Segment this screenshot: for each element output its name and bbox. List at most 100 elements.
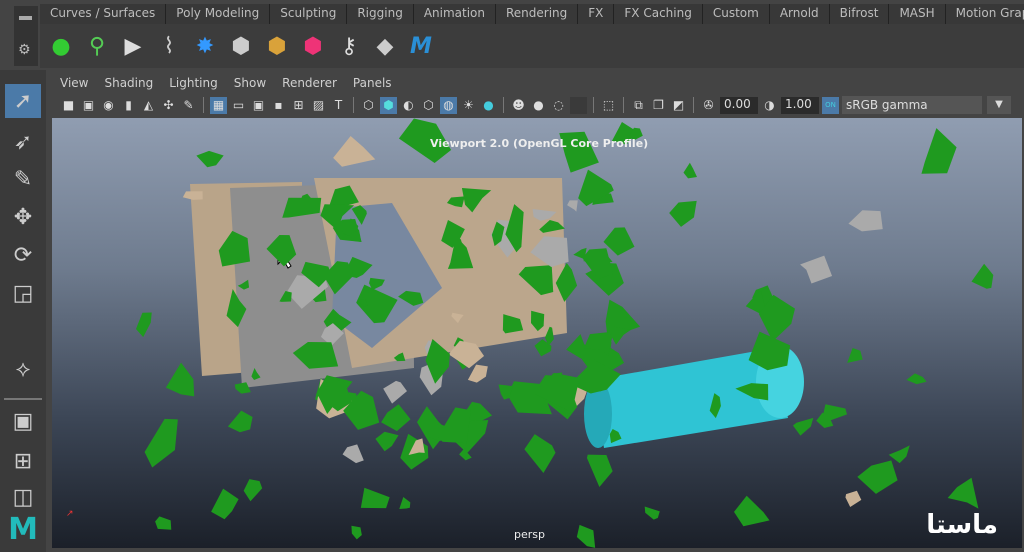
tab-arnold[interactable]: Arnold <box>769 4 830 24</box>
menu-shading[interactable]: Shading <box>104 76 153 90</box>
shelf-side-controls: ⚙ <box>14 6 38 66</box>
lasso-tool-icon[interactable]: ➶ <box>5 125 41 159</box>
debris-fragment <box>567 200 578 212</box>
grid-icon[interactable]: ▦ <box>210 96 227 114</box>
axis-indicator: ↗ <box>66 509 74 519</box>
textured-icon[interactable]: ◍ <box>440 96 457 114</box>
view-transform-select[interactable]: sRGB gamma <box>842 96 982 114</box>
debris-fragment <box>524 434 556 474</box>
backface-culling-icon[interactable]: ◩ <box>670 97 687 114</box>
viewport-3d[interactable]: ↗ Viewport 2.0 (OpenGL Core Profile) per… <box>52 118 1022 548</box>
divider <box>4 398 42 400</box>
gear-icon[interactable]: ⚙ <box>18 42 31 58</box>
color-management-toggle[interactable]: ON <box>822 96 839 114</box>
default-material-icon[interactable]: ◐ <box>400 97 417 114</box>
safe-title-icon[interactable]: T <box>330 97 347 114</box>
camera-icon[interactable]: ■ <box>60 97 77 114</box>
shadows-icon[interactable]: ● <box>480 97 497 114</box>
debris-fragment <box>800 255 833 284</box>
menu-panels[interactable]: Panels <box>353 76 392 90</box>
safe-action-icon[interactable]: ▨ <box>310 97 327 114</box>
shatter-gold-icon[interactable]: ⬢ <box>262 31 292 61</box>
key-icon[interactable]: ⚷ <box>334 31 364 61</box>
ambient-occlusion-icon[interactable]: ☻ <box>510 97 527 114</box>
camera-name-label: persp <box>514 528 545 541</box>
divider <box>623 97 624 113</box>
xray-joints-icon[interactable]: ❐ <box>650 97 667 114</box>
tab-sculpting[interactable]: Sculpting <box>270 4 348 24</box>
debris-fragment <box>586 454 613 488</box>
field-chart-icon[interactable]: ⊞ <box>290 97 307 114</box>
debris-fragment <box>644 506 660 520</box>
resolution-gate-icon[interactable]: ▣ <box>250 97 267 114</box>
bookmark-icon[interactable]: ▮ <box>120 97 137 114</box>
lights-icon[interactable]: ☀ <box>460 97 477 114</box>
shelf-menu-icon[interactable] <box>19 16 32 20</box>
tab-fx[interactable]: FX <box>578 4 615 24</box>
tab-animation[interactable]: Animation <box>413 4 496 24</box>
debris-fragment <box>351 525 362 540</box>
bowling-pins-icon[interactable]: ● <box>46 31 76 61</box>
2d-pan-zoom-icon[interactable]: ✣ <box>160 97 177 114</box>
shelf-toolbar: ● ⚲ ▶ ⌇ ✸ ⬢ ⬢ ⬢ ⚷ ◆ M <box>40 24 1024 68</box>
divider <box>353 97 354 113</box>
tab-mash[interactable]: MASH <box>889 4 946 24</box>
menu-show[interactable]: Show <box>234 76 266 90</box>
four-pane-layout-icon[interactable]: ⊞ <box>5 444 41 478</box>
film-gate-icon[interactable]: ▭ <box>230 97 247 114</box>
image-plane-icon[interactable]: ◭ <box>140 97 157 114</box>
broom-icon[interactable]: ⌇ <box>154 31 184 61</box>
single-pane-layout-icon[interactable]: ▣ <box>5 404 41 438</box>
tab-motion-graphics[interactable]: Motion Graphics <box>945 4 1024 24</box>
debris-fragment <box>399 496 411 509</box>
move-tool-icon[interactable]: ✥ <box>5 200 41 234</box>
play-settings-icon[interactable]: ▶ <box>118 31 148 61</box>
lock-camera-icon[interactable]: ▣ <box>80 97 97 114</box>
gate-mask-icon[interactable]: ▪ <box>270 97 287 114</box>
exposure-field[interactable]: 0.00 <box>720 96 758 114</box>
debris-fragment <box>845 490 862 507</box>
camera-attributes-icon[interactable]: ◉ <box>100 97 117 114</box>
rotate-tool-icon[interactable]: ⟳ <box>5 238 41 272</box>
grease-pencil-icon[interactable]: ✎ <box>180 97 197 114</box>
shatter-gray-icon[interactable]: ⬢ <box>226 31 256 61</box>
show-manipulator-icon[interactable]: ⟡ <box>5 352 41 386</box>
two-pane-layout-icon[interactable]: ◫ <box>5 480 41 514</box>
tab-poly-modeling[interactable]: Poly Modeling <box>166 4 271 24</box>
tab-bifrost[interactable]: Bifrost <box>829 4 890 24</box>
isolate-select-icon[interactable]: ⬚ <box>600 97 617 114</box>
smooth-shade-icon[interactable]: ⬢ <box>380 96 397 114</box>
debris-fragment <box>733 495 770 527</box>
xray-icon[interactable]: ⧉ <box>630 97 647 114</box>
debris-fragment <box>155 516 172 530</box>
menu-lighting[interactable]: Lighting <box>169 76 218 90</box>
debris-fragment <box>683 162 698 179</box>
debris-fragment <box>467 364 488 383</box>
scale-tool-icon[interactable]: ◲ <box>5 276 41 310</box>
rigid-body-icon[interactable]: ⚲ <box>82 31 112 61</box>
mash-logo-icon[interactable]: M <box>406 31 436 61</box>
paint-select-icon[interactable]: ✎ <box>5 162 41 196</box>
viewport-renderer-label: Viewport 2.0 (OpenGL Core Profile) <box>430 137 649 150</box>
menu-renderer[interactable]: Renderer <box>282 76 337 90</box>
motion-blur-icon[interactable]: ● <box>530 97 547 114</box>
menu-view[interactable]: View <box>60 76 88 90</box>
tab-rendering[interactable]: Rendering <box>496 4 579 24</box>
depth-of-field-icon[interactable] <box>570 96 587 114</box>
crumble-icon[interactable]: ◆ <box>370 31 400 61</box>
debris-fragment <box>888 445 910 464</box>
select-tool-icon[interactable]: ➚ <box>5 84 41 118</box>
debris-fragment <box>333 135 376 167</box>
divider <box>693 97 694 113</box>
chevron-down-icon[interactable]: ▼ <box>987 96 1011 114</box>
shatter-color-icon[interactable]: ⬢ <box>298 31 328 61</box>
wireframe-on-shaded-icon[interactable]: ⬡ <box>420 97 437 114</box>
tab-custom[interactable]: Custom <box>702 4 770 24</box>
tab-curves-surfaces[interactable]: Curves / Surfaces <box>40 4 167 24</box>
particle-icon[interactable]: ✸ <box>190 31 220 61</box>
gamma-field[interactable]: 1.00 <box>781 96 819 114</box>
tab-fx-caching[interactable]: FX Caching <box>614 4 703 24</box>
anti-aliasing-icon[interactable]: ◌ <box>550 97 567 114</box>
tab-rigging[interactable]: Rigging <box>347 4 414 24</box>
wireframe-icon[interactable]: ⬡ <box>360 97 377 114</box>
